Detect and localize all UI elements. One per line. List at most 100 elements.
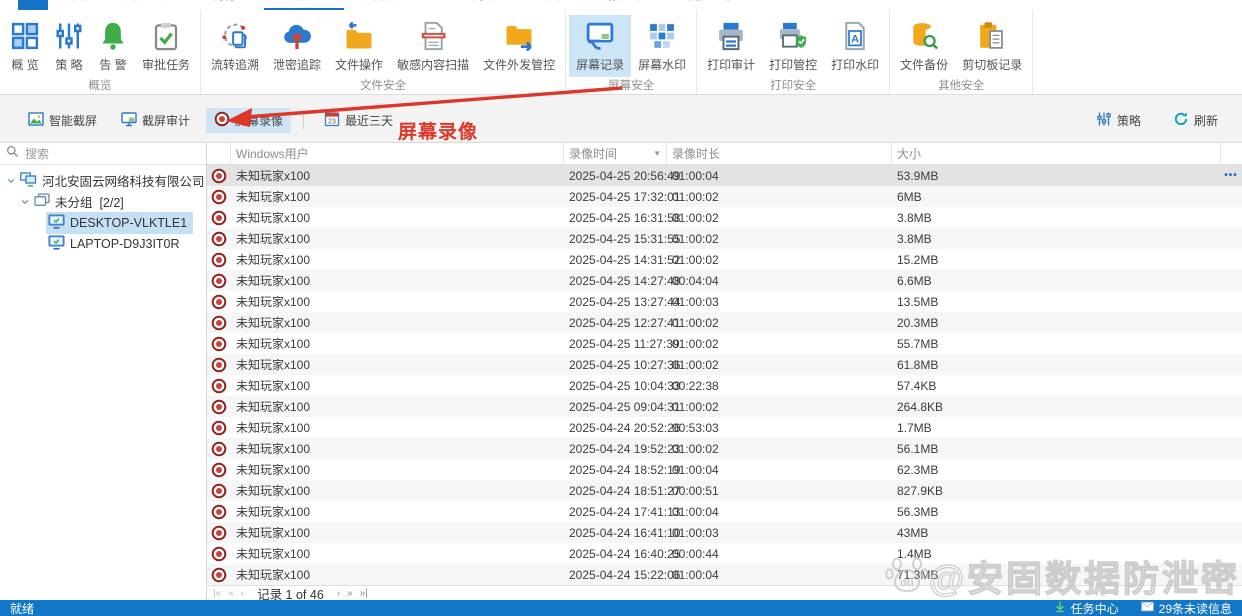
- search-input[interactable]: [25, 146, 200, 161]
- record-icon: [207, 375, 231, 396]
- tree-item[interactable]: 未分组 [2/2]: [0, 191, 206, 212]
- table-row[interactable]: 未知玩家x100 2025-04-24 18:52:19 01:00:04 62.3M…: [207, 459, 1242, 480]
- record-icon: [207, 501, 231, 522]
- cell-user: 未知玩家x100: [236, 400, 311, 414]
- table-row[interactable]: 未知玩家x100 2025-04-25 11:27:39 01:00:02 55.7M…: [207, 333, 1242, 354]
- ribbon-button-approve[interactable]: 审批任务: [135, 15, 197, 77]
- table-row[interactable]: 未知玩家x100 2025-04-25 10:04:33 00:22:38 57.4K…: [207, 375, 1242, 396]
- table-row[interactable]: 未知玩家x100 2025-04-25 14:31:52 01:00:02 15.2M…: [207, 249, 1242, 270]
- ribbon-button-bell[interactable]: 告 警: [91, 15, 135, 77]
- tree-item[interactable]: DESKTOP-VLKTLE1: [0, 211, 206, 234]
- device-tree-panel: 河北安固云网络科技有限公司 [2/2] 未分组 [2/2] DESKTOP-VLKT…: [0, 143, 236, 600]
- record-icon: [207, 312, 231, 333]
- table-row[interactable]: 未知玩家x100 2025-04-24 20:52:26 00:53:03 1.7MB: [207, 417, 1242, 438]
- cell-duration: 00:53:03: [672, 420, 719, 435]
- prev-page-button[interactable]: ‹: [241, 588, 244, 599]
- cell-user: 未知玩家x100: [236, 505, 311, 519]
- cell-size: 13.5MB: [897, 294, 939, 309]
- tree-item[interactable]: 河北安固云网络科技有限公司 [2/2]: [0, 170, 236, 191]
- table-row[interactable]: 未知玩家x100 2025-04-25 13:27:44 01:00:03 13.5M…: [207, 291, 1242, 312]
- toolbar-button-calendar[interactable]: 23 最近三天: [316, 108, 401, 133]
- ribbon-tab[interactable]: 更多功能: [672, 0, 752, 10]
- tree-item[interactable]: LAPTOP-D9J3IT0R: [0, 233, 206, 254]
- toolbar-button-smart-capture[interactable]: 智能截屏: [20, 108, 105, 133]
- ribbon-tab[interactable]: 报表中心: [592, 0, 672, 10]
- table-row[interactable]: 未知玩家x100 2025-04-25 14:27:48 00:04:04 6.6MB: [207, 270, 1242, 291]
- task-center-button[interactable]: 任务中心: [1054, 600, 1119, 616]
- ribbon-button-sliders[interactable]: 策 略: [47, 15, 91, 77]
- cell-duration: 00:04:04: [672, 273, 719, 288]
- next-block-button[interactable]: »: [347, 588, 353, 599]
- table-row[interactable]: 未知玩家x100 2025-04-25 09:04:31 01:00:02 264.8…: [207, 396, 1242, 417]
- print-control-icon: [778, 19, 808, 53]
- ribbon-button-scan[interactable]: 敏感内容扫描: [390, 15, 476, 77]
- record-icon: [207, 417, 231, 438]
- ribbon-tab[interactable]: 文档加密: [104, 0, 184, 10]
- cell-size: 264.8KB: [897, 399, 944, 414]
- table-row[interactable]: 未知玩家x100 2025-04-25 10:27:36 01:00:02 61.8M…: [207, 354, 1242, 375]
- sort-desc-icon[interactable]: ▼: [653, 149, 661, 158]
- column-header[interactable]: 大小: [892, 143, 1221, 164]
- ribbon-tab[interactable]: 设备管理: [344, 0, 424, 10]
- ribbon-tab[interactable]: 数据安全: [264, 0, 345, 10]
- ribbon-button-screen-watermark[interactable]: 屏幕水印: [631, 15, 693, 77]
- ribbon-button-screen-record[interactable]: 屏幕记录: [569, 15, 632, 77]
- search-box[interactable]: [0, 143, 206, 165]
- ribbon-button-clipboard[interactable]: 剪切板记录: [955, 15, 1029, 77]
- table-row[interactable]: 未知玩家x100 2025-04-25 15:31:55 01:00:02 3.8MB: [207, 228, 1242, 249]
- last-page-button[interactable]: »|: [360, 588, 368, 599]
- table-row[interactable]: 未知玩家x100 2025-04-24 17:41:13 01:00:04 56.3M…: [207, 501, 1242, 522]
- cell-user: 未知玩家x100: [236, 568, 311, 582]
- table-row[interactable]: 未知玩家x100 2025-04-24 18:51:27 00:00:51 827.9…: [207, 480, 1242, 501]
- ribbon-tab[interactable]: 运维中心: [512, 0, 592, 10]
- table-row[interactable]: 未知玩家x100 2025-04-25 12:27:41 01:00:02 20.3M…: [207, 312, 1242, 333]
- ribbon-button-file-out[interactable]: 文件外发管控: [476, 15, 562, 77]
- table-row[interactable]: 未知玩家x100 2025-04-25 16:31:58 01:00:02 3.8MB: [207, 207, 1242, 228]
- download-arrow-icon: [1054, 601, 1066, 616]
- toolbar-button-record[interactable]: 屏幕录像: [206, 108, 292, 133]
- column-header[interactable]: 录像时间 ▼: [564, 143, 667, 164]
- next-page-button[interactable]: ›: [337, 588, 340, 599]
- status-bar: 就绪 任务中心 29条未读信息: [0, 600, 1242, 616]
- table-row[interactable]: 未知玩家x100 2025-04-25 17:32:01 01:00:02 6MB: [207, 186, 1242, 207]
- chevron-down-icon[interactable]: [4, 176, 18, 186]
- toolbar-button-screen-audit[interactable]: 截屏审计: [113, 108, 198, 133]
- ribbon: 概 览策 略告 警审批任务 概览 流转追溯 泄密追踪 文件操作 敏感内容扫描 文件外发管控文…: [0, 10, 1242, 95]
- ribbon-tab[interactable]: 开始: [48, 0, 104, 10]
- cell-user: 未知玩家x100: [236, 274, 311, 288]
- toolbar-button-refresh[interactable]: 刷新: [1165, 108, 1226, 133]
- cell-size: 56.3MB: [897, 504, 939, 519]
- ribbon-button-trace[interactable]: 流转追溯: [204, 15, 266, 77]
- ribbon-button-print-control[interactable]: 打印管控: [762, 15, 824, 77]
- ribbon-tab[interactable]: 系统&网络: [424, 0, 512, 10]
- table-row[interactable]: 未知玩家x100 2025-04-24 15:22:06 01:00:04 71.3M…: [207, 564, 1242, 585]
- unread-messages-button[interactable]: 29条未读信息: [1140, 600, 1232, 616]
- column-header[interactable]: Windows用户: [231, 143, 564, 164]
- row-actions-button[interactable]: •••: [1224, 170, 1238, 181]
- cell-user: 未知玩家x100: [236, 232, 311, 246]
- column-header[interactable]: 录像时长: [667, 143, 892, 164]
- chevron-down-icon[interactable]: [18, 197, 32, 207]
- ribbon-button-backup[interactable]: 文件备份: [893, 15, 955, 77]
- cell-time: 2025-04-24 16:41:10: [569, 525, 681, 540]
- first-page-button[interactable]: |«: [213, 588, 221, 599]
- table-row[interactable]: 未知玩家x100 2025-04-24 16:40:25 00:00:44 1.4MB: [207, 543, 1242, 564]
- ribbon-button-print-audit[interactable]: 打印审计: [700, 15, 762, 77]
- cell-size: 1.7MB: [897, 420, 932, 435]
- prev-block-button[interactable]: «: [228, 588, 234, 599]
- cell-user: 未知玩家x100: [236, 169, 311, 183]
- table-row[interactable]: 未知玩家x100 2025-04-24 19:52:23 01:00:02 56.1M…: [207, 438, 1242, 459]
- ribbon-tab[interactable]: 上网行为: [184, 0, 264, 10]
- ribbon-group-label: 文件安全: [360, 80, 407, 92]
- ribbon-button-print-watermark[interactable]: A 打印水印: [824, 15, 886, 77]
- toolbar-button-policy[interactable]: 策略: [1088, 108, 1149, 133]
- table-row[interactable]: 未知玩家x100 2025-04-24 16:41:10 01:00:03 43MB: [207, 522, 1242, 543]
- ribbon-button-grid[interactable]: 概 览: [3, 15, 47, 77]
- approve-icon: [151, 19, 181, 53]
- ribbon-group: 打印审计 打印管控 A 打印水印 打印安全: [697, 10, 891, 94]
- ribbon-button-leak[interactable]: 泄密追踪: [266, 15, 328, 77]
- ribbon-button-file-op[interactable]: 文件操作: [328, 15, 390, 77]
- table-row[interactable]: 未知玩家x100 2025-04-25 20:56:49 01:00:04 53.9M…: [207, 165, 1242, 186]
- bell-icon: [98, 19, 128, 53]
- app-menu-button[interactable]: [18, 0, 48, 10]
